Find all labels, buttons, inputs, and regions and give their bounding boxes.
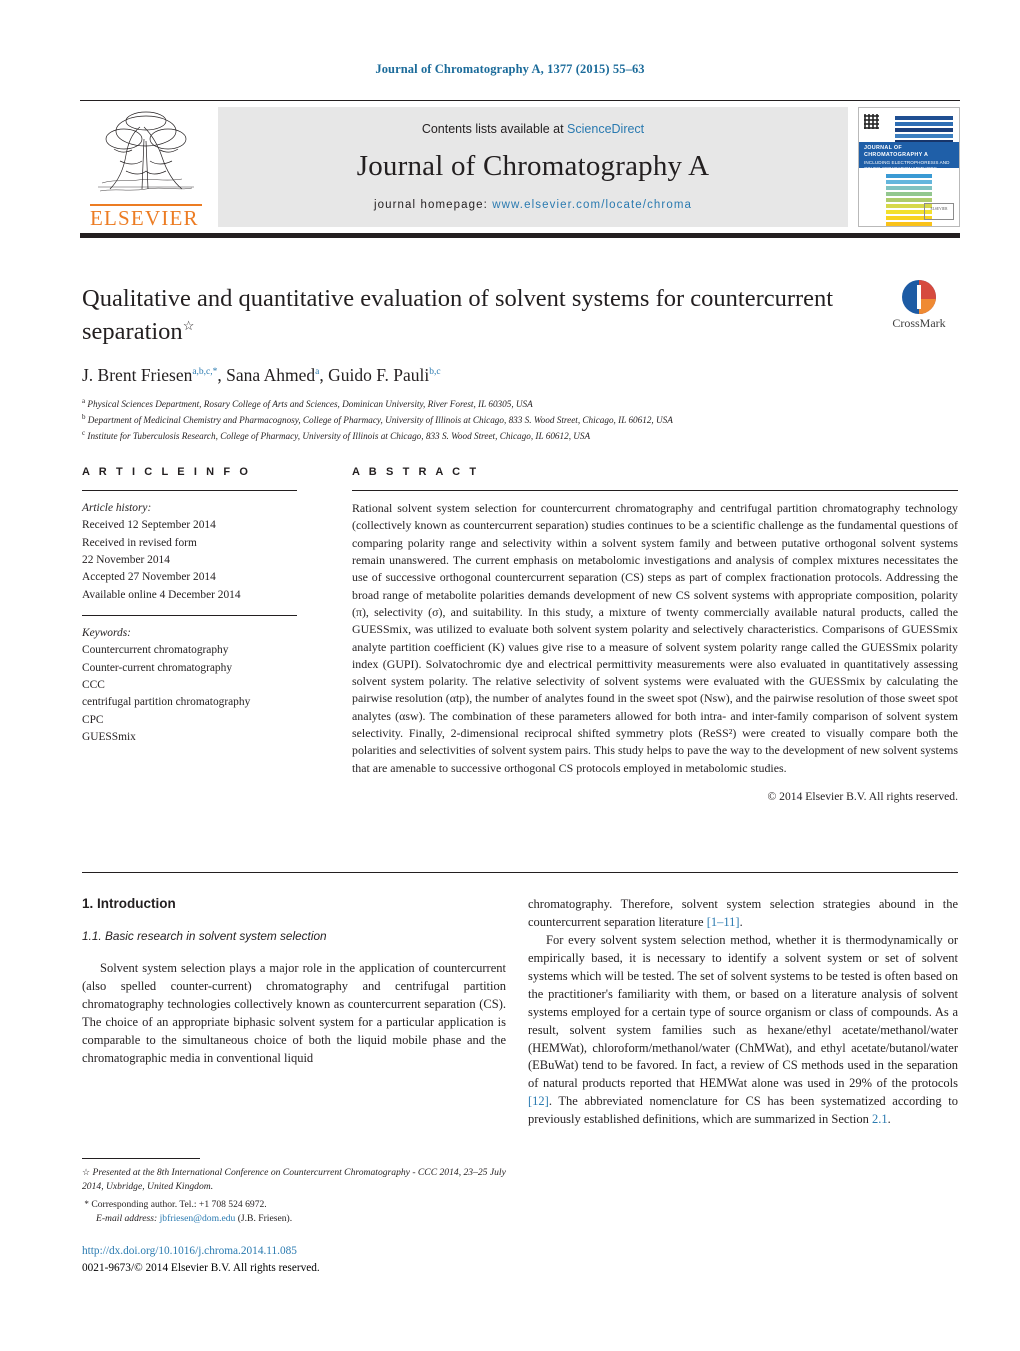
footnote-rule: [82, 1158, 200, 1159]
crossmark-label: CrossMark: [892, 316, 946, 330]
affiliation-list: a Physical Sciences Department, Rosary C…: [82, 396, 872, 444]
crossmark-icon: [902, 280, 936, 314]
email-owner: (J.B. Friesen).: [237, 1213, 293, 1225]
corresponding-author-text: Corresponding author. Tel.: +1 708 524 6…: [91, 1198, 267, 1210]
keyword-item: Countercurrent chromatography: [82, 644, 229, 657]
masthead-bottom-rule: [80, 233, 960, 238]
abstract-heading: A B S T R A C T: [352, 466, 480, 478]
author-affil-marks[interactable]: a: [315, 367, 319, 377]
abstract-copyright: © 2014 Elsevier B.V. All rights reserved…: [767, 790, 958, 803]
author-name[interactable]: J. Brent Friesen: [82, 365, 192, 385]
homepage-prefix: journal homepage:: [373, 198, 493, 211]
journal-title: Journal of Chromatography A: [356, 149, 710, 182]
history-item: Received in revised form: [82, 536, 197, 549]
footnote-corresponding: * Corresponding author. Tel.: +1 708 524…: [82, 1198, 506, 1212]
citation-link[interactable]: [1–11]: [707, 915, 740, 929]
article-page: Journal of Chromatography A, 1377 (2015)…: [0, 0, 1020, 1351]
section-heading-introduction: 1. Introduction: [82, 896, 176, 911]
paragraph-text: chromatography. Therefore, solvent syste…: [528, 897, 958, 929]
body-paragraph: For every solvent system selection metho…: [528, 932, 958, 1129]
body-paragraph: chromatography. Therefore, solvent syste…: [528, 897, 958, 929]
article-info-rule: [82, 490, 297, 491]
cover-title: JOURNAL OF CHROMATOGRAPHY A: [864, 145, 929, 159]
paragraph-text: For every solvent system selection metho…: [528, 932, 958, 1091]
keyword-item: centrifugal partition chromatography: [82, 696, 251, 709]
email-label: E-mail address:: [96, 1213, 158, 1225]
affiliation-item: c Institute for Tuberculosis Research, C…: [82, 428, 872, 444]
footnote-email: E-mail address: jbfriesen@dom.edu (J.B. …: [82, 1212, 506, 1226]
elsevier-logo: ELSEVIER: [80, 105, 212, 233]
journal-cover-thumbnail: JOURNAL OF CHROMATOGRAPHY A INCLUDING EL…: [858, 107, 960, 227]
author-affil-marks[interactable]: b,c: [429, 367, 440, 377]
sciencedirect-link[interactable]: ScienceDirect: [567, 122, 644, 136]
cover-qr-icon: [864, 114, 879, 129]
body-right-column: chromatography. Therefore, solvent syste…: [528, 896, 958, 1129]
issn-copyright-line: 0021-9673/© 2014 Elsevier B.V. All right…: [82, 1261, 320, 1274]
keyword-item: CPC: [82, 713, 104, 726]
cover-publisher-logo: ELSEVIER: [924, 203, 954, 220]
keywords-label: Keywords:: [82, 626, 131, 639]
crossmark-badge[interactable]: CrossMark: [880, 280, 958, 331]
journal-band: Contents lists available at ScienceDirec…: [218, 107, 848, 227]
abstract-column: A B S T R A C T Rational solvent system …: [352, 466, 958, 803]
article-history-label: Article history:: [82, 502, 152, 514]
footnote-marker: ☆: [82, 1167, 91, 1177]
journal-homepage-line: journal homepage: www.elsevier.com/locat…: [374, 199, 692, 211]
affiliation-item: a Physical Sciences Department, Rosary C…: [82, 396, 872, 412]
keyword-item: GUESSmix: [82, 730, 136, 743]
cover-subtitle: INCLUDING ELECTROPHORESIS AND OTHER SEPA…: [864, 159, 950, 168]
keywords-rule: [82, 614, 297, 616]
body-separator-rule: [82, 872, 958, 873]
doi-link[interactable]: http://dx.doi.org/10.1016/j.chroma.2014.…: [82, 1243, 512, 1260]
journal-masthead: ELSEVIER Contents lists available at Sci…: [80, 100, 960, 238]
author-name[interactable]: Guido F. Pauli: [328, 365, 429, 385]
corresponding-author-marker: *: [84, 1198, 89, 1209]
section-link[interactable]: 2.1: [872, 1112, 888, 1126]
footnote-text: Presented at the 8th International Confe…: [82, 1167, 506, 1193]
paragraph-text: . The abbreviated nomenclature for CS ha…: [528, 1094, 958, 1127]
contents-available-line: Contents lists available at ScienceDirec…: [422, 122, 644, 136]
body-left-column: 1. Introduction 1.1. Basic research in s…: [82, 896, 506, 1068]
affiliation-text: Physical Sciences Department, Rosary Col…: [87, 399, 533, 410]
history-item: Accepted 27 November 2014: [82, 571, 216, 584]
page-title: Qualitative and quantitative evaluation …: [82, 283, 872, 348]
article-info-column: A R T I C L E I N F O Article history: R…: [82, 466, 297, 746]
body-paragraph: Solvent system selection plays a major r…: [82, 961, 506, 1065]
keyword-item: Counter-current chromatography: [82, 661, 233, 674]
history-item: 22 November 2014: [82, 553, 170, 566]
affiliation-text: Institute for Tuberculosis Research, Col…: [87, 431, 591, 442]
article-info-heading: A R T I C L E I N F O: [82, 466, 251, 478]
author-name[interactable]: Sana Ahmed: [226, 365, 315, 385]
subsection-heading: 1.1. Basic research in solvent system se…: [82, 929, 327, 943]
affiliation-mark: c: [82, 429, 86, 438]
history-item: Available online 4 December 2014: [82, 588, 241, 601]
cover-title-band: JOURNAL OF CHROMATOGRAPHY A INCLUDING EL…: [859, 142, 959, 168]
email-link[interactable]: jbfriesen@dom.edu: [160, 1213, 236, 1224]
citation-link[interactable]: [12]: [528, 1094, 549, 1108]
article-title-text: Qualitative and quantitative evaluation …: [82, 285, 834, 345]
article-history: Article history: Received 12 September 2…: [82, 500, 297, 604]
affiliation-item: b Department of Medicinal Chemistry and …: [82, 412, 872, 428]
elsevier-wordmark: ELSEVIER: [90, 206, 199, 230]
footnotes-block: ☆ Presented at the 8th International Con…: [82, 1158, 506, 1227]
affiliation-mark: a: [82, 397, 86, 406]
author-list: J. Brent Friesena,b,c,*, Sana Ahmeda, Gu…: [82, 365, 441, 386]
title-footnote-marker[interactable]: ☆: [183, 317, 195, 332]
affiliation-mark: b: [82, 413, 86, 422]
affiliation-text: Department of Medicinal Chemistry and Ph…: [87, 415, 673, 426]
footnote-conference: ☆ Presented at the 8th International Con…: [82, 1166, 506, 1195]
keywords-block: Keywords: Countercurrent chromatography …: [82, 625, 297, 746]
running-head: Journal of Chromatography A, 1377 (2015)…: [375, 62, 645, 76]
contents-prefix: Contents lists available at: [421, 121, 568, 136]
history-item: Received 12 September 2014: [82, 519, 216, 532]
footer-block: http://dx.doi.org/10.1016/j.chroma.2014.…: [82, 1243, 512, 1277]
keyword-item: CCC: [82, 678, 105, 691]
abstract-text: Rational solvent system selection for co…: [352, 501, 958, 775]
homepage-url-link[interactable]: www.elsevier.com/locate/chroma: [492, 199, 692, 211]
abstract-rule: [352, 490, 958, 491]
author-affil-marks[interactable]: a,b,c,*: [192, 367, 217, 377]
title-block: Qualitative and quantitative evaluation …: [82, 283, 872, 444]
paragraph-text: .: [887, 1112, 891, 1127]
elsevier-tree-icon: [90, 109, 202, 195]
